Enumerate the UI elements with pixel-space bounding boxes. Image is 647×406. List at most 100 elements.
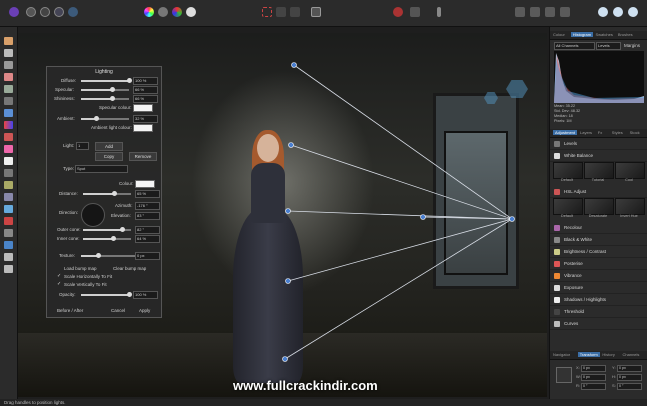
adjustment-item[interactable]: Curves	[550, 318, 647, 330]
transform-field[interactable]: 0 px	[617, 365, 642, 372]
flip-icon[interactable]	[560, 7, 570, 17]
distance-value[interactable]: 65 %	[135, 190, 160, 198]
light-select[interactable]: 1	[76, 142, 89, 150]
azimuth-value[interactable]: -176 °	[135, 202, 160, 210]
transform-field[interactable]: 0 px	[581, 365, 606, 372]
preset-thumbnail[interactable]	[553, 198, 583, 215]
distance-slider[interactable]	[83, 191, 131, 196]
marquee-subtract-icon[interactable]	[290, 7, 300, 17]
cancel-button[interactable]: Cancel	[111, 308, 125, 313]
transform-field[interactable]: 0 °	[617, 383, 642, 390]
shininess-value[interactable]: 66 %	[133, 95, 158, 103]
bottom-tab-2[interactable]: History	[602, 352, 614, 357]
top-tab-1[interactable]: Histogram	[570, 32, 594, 37]
more-options-icon[interactable]	[437, 7, 441, 17]
quick-mask-icon[interactable]	[311, 7, 321, 17]
white-balance-icon[interactable]	[186, 7, 196, 17]
outer-cone-slider[interactable]	[83, 227, 131, 232]
anchor-grid-icon[interactable]	[556, 367, 572, 383]
elevation-value[interactable]: 83 °	[135, 212, 160, 220]
opacity-value[interactable]: 100 %	[133, 291, 158, 299]
opacity-slider[interactable]	[81, 292, 132, 297]
type-select[interactable]: Spot	[75, 165, 128, 173]
add-light-button[interactable]: Add	[95, 142, 123, 151]
clone-brush-icon[interactable]	[4, 181, 13, 189]
top-tab-0[interactable]: Colour	[553, 32, 565, 37]
preset-thumbnail[interactable]	[584, 162, 614, 179]
adjustment-item[interactable]: Threshold	[550, 306, 647, 318]
color-replace-icon[interactable]	[4, 145, 13, 153]
shape-tool-icon[interactable]	[4, 241, 13, 249]
marquee-intersect-icon[interactable]	[276, 7, 286, 17]
ambient-value[interactable]: 32 %	[133, 115, 158, 123]
selection-brush-icon[interactable]	[4, 73, 13, 81]
red-eye-icon[interactable]	[4, 217, 13, 225]
adjustment-panel-tab-3[interactable]: Styles	[612, 130, 623, 135]
crop-tool-icon[interactable]	[4, 61, 13, 69]
persona-export-icon[interactable]	[68, 7, 78, 17]
levels-icon[interactable]	[158, 7, 168, 17]
bottom-tab-0[interactable]: Navigator	[553, 352, 570, 357]
light-colour-swatch[interactable]	[135, 180, 155, 188]
diffuse-slider[interactable]	[81, 78, 132, 83]
levels-select[interactable]: Levels	[596, 42, 621, 50]
direction-dial[interactable]	[81, 203, 105, 227]
margins-toggle[interactable]: Margins	[624, 43, 640, 48]
outer-cone-value[interactable]: 82 °	[135, 226, 160, 234]
bottom-tab-1[interactable]: Transform	[577, 352, 600, 357]
gradient-tool-icon[interactable]	[4, 121, 13, 129]
grid-icon[interactable]	[410, 7, 420, 17]
top-tab-3[interactable]: Brushes	[618, 32, 633, 37]
inner-cone-slider[interactable]	[83, 236, 131, 241]
adjustment-panel-tab-0[interactable]: Adjustment	[553, 130, 578, 135]
scale-h-checkbox[interactable]: ✓	[57, 273, 62, 279]
zoom-tool-icon[interactable]	[4, 265, 13, 273]
adjustment-item[interactable]: Vibrance	[550, 270, 647, 282]
transform-field[interactable]: 0 °	[581, 383, 606, 390]
preset-thumbnail[interactable]	[615, 198, 645, 215]
adjustment-item[interactable]: Posterise	[550, 258, 647, 270]
channels-select[interactable]: All Channels	[554, 42, 595, 50]
snapping-icon[interactable]	[393, 7, 403, 17]
adjustment-panel-tab-2[interactable]: Fx	[598, 130, 602, 135]
load-bump-map-button[interactable]: Load bump map	[64, 266, 97, 271]
blur-brush-icon[interactable]	[4, 205, 13, 213]
preset-thumbnail[interactable]	[584, 198, 614, 215]
adjustment-panel-tab-1[interactable]: Layers	[580, 130, 592, 135]
app-logo-icon[interactable]	[9, 7, 19, 17]
specular-slider[interactable]	[81, 87, 129, 92]
text-tool-icon[interactable]	[4, 253, 13, 261]
adjustment-item[interactable]: Levels	[550, 138, 647, 150]
move-tool-icon[interactable]	[4, 49, 13, 57]
align-icon[interactable]	[530, 7, 540, 17]
bottom-tab-3[interactable]: Channels	[623, 352, 640, 357]
adjustment-item[interactable]: White Balance	[550, 150, 647, 162]
texture-value[interactable]: 0 px	[135, 252, 160, 260]
pen-tool-icon[interactable]	[4, 229, 13, 237]
smudge-brush-icon[interactable]	[4, 193, 13, 201]
studio-icon[interactable]	[613, 7, 623, 17]
top-tab-2[interactable]: Swatches	[596, 32, 613, 37]
paint-brush-icon[interactable]	[4, 133, 13, 141]
adjustment-item[interactable]: Black & White	[550, 234, 647, 246]
inner-cone-value[interactable]: 64 %	[135, 235, 160, 243]
adjustment-panel-tab-4[interactable]: Stock	[630, 130, 640, 135]
preset-thumbnail[interactable]	[615, 162, 645, 179]
hsl-icon[interactable]	[172, 7, 182, 17]
ambient-slider[interactable]	[81, 116, 129, 121]
color-wheel-icon[interactable]	[144, 7, 154, 17]
clear-bump-map-button[interactable]: Clear bump map	[113, 266, 146, 271]
specular-colour-swatch[interactable]	[133, 104, 153, 112]
transform-field[interactable]: 0 px	[581, 374, 606, 381]
adjustment-item[interactable]: Recolour	[550, 222, 647, 234]
flood-select-icon[interactable]	[4, 85, 13, 93]
adjustment-item[interactable]: Exposure	[550, 282, 647, 294]
copy-light-button[interactable]: Copy	[95, 152, 123, 161]
remove-light-button[interactable]: Remove	[129, 152, 157, 161]
before-after-button[interactable]: Before / After	[57, 308, 83, 313]
view-mode-icon[interactable]	[628, 7, 638, 17]
shininess-slider[interactable]	[81, 96, 129, 101]
arrange-icon[interactable]	[515, 7, 525, 17]
assistant-icon[interactable]	[598, 7, 608, 17]
ambient-colour-swatch[interactable]	[133, 124, 153, 132]
